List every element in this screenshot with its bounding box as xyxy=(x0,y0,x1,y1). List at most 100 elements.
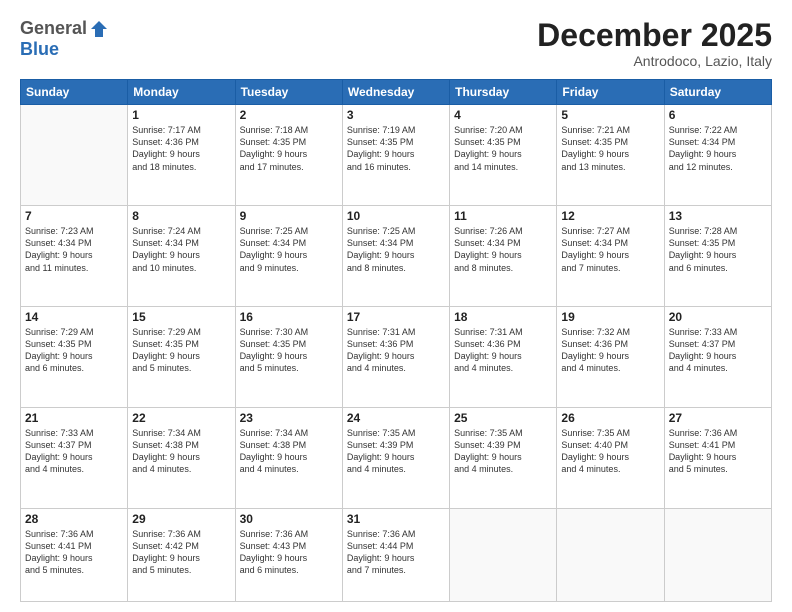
day-info: Sunrise: 7:34 AM Sunset: 4:38 PM Dayligh… xyxy=(240,427,338,476)
calendar-week-row-5: 28Sunrise: 7:36 AM Sunset: 4:41 PM Dayli… xyxy=(21,508,772,601)
page: General Blue December 2025 Antrodoco, La… xyxy=(0,0,792,612)
calendar-cell xyxy=(450,508,557,601)
day-number: 3 xyxy=(347,108,445,122)
calendar-cell: 14 Sunrise: 7:29 AM Sunset: 4:35 PM Dayli… xyxy=(21,307,128,408)
day-number: 6 xyxy=(669,108,767,122)
day-info: Sunrise: 7:30 AM Sunset: 4:35 PM Dayligh… xyxy=(240,326,338,375)
day-info: Sunrise: 7:27 AM Sunset: 4:34 PM Dayligh… xyxy=(561,225,659,274)
logo-icon xyxy=(89,19,109,39)
day-number: 9 xyxy=(240,209,338,223)
day-info: Sunrise: 7:34 AM Sunset: 4:38 PM Dayligh… xyxy=(132,427,230,476)
calendar-cell: 12 Sunrise: 7:27 AM Sunset: 4:34 PM Dayli… xyxy=(557,206,664,307)
calendar-header-thursday: Thursday xyxy=(450,80,557,105)
calendar-cell: 19 Sunrise: 7:32 AM Sunset: 4:36 PM Dayli… xyxy=(557,307,664,408)
day-info: Sunrise: 7:25 AM Sunset: 4:34 PM Dayligh… xyxy=(347,225,445,274)
day-info: Sunrise: 7:29 AM Sunset: 4:35 PM Dayligh… xyxy=(25,326,123,375)
day-info: Sunrise: 7:35 AM Sunset: 4:39 PM Dayligh… xyxy=(347,427,445,476)
calendar-header-sunday: Sunday xyxy=(21,80,128,105)
day-info: Sunrise: 7:18 AM Sunset: 4:35 PM Dayligh… xyxy=(240,124,338,173)
day-number: 21 xyxy=(25,411,123,425)
logo-blue-text: Blue xyxy=(20,39,59,59)
calendar-header-saturday: Saturday xyxy=(664,80,771,105)
calendar-cell: 13 Sunrise: 7:28 AM Sunset: 4:35 PM Dayli… xyxy=(664,206,771,307)
day-info: Sunrise: 7:17 AM Sunset: 4:36 PM Dayligh… xyxy=(132,124,230,173)
calendar-cell: 26 Sunrise: 7:35 AM Sunset: 4:40 PM Dayli… xyxy=(557,407,664,508)
calendar-cell: 25 Sunrise: 7:35 AM Sunset: 4:39 PM Dayli… xyxy=(450,407,557,508)
header: General Blue December 2025 Antrodoco, La… xyxy=(20,18,772,69)
day-info: Sunrise: 7:20 AM Sunset: 4:35 PM Dayligh… xyxy=(454,124,552,173)
title-block: December 2025 Antrodoco, Lazio, Italy xyxy=(537,18,772,69)
day-info: Sunrise: 7:23 AM Sunset: 4:34 PM Dayligh… xyxy=(25,225,123,274)
day-info: Sunrise: 7:35 AM Sunset: 4:40 PM Dayligh… xyxy=(561,427,659,476)
calendar-cell: 22 Sunrise: 7:34 AM Sunset: 4:38 PM Dayli… xyxy=(128,407,235,508)
day-number: 30 xyxy=(240,512,338,526)
calendar-cell: 8 Sunrise: 7:24 AM Sunset: 4:34 PM Daylig… xyxy=(128,206,235,307)
calendar-cell: 16 Sunrise: 7:30 AM Sunset: 4:35 PM Dayli… xyxy=(235,307,342,408)
day-info: Sunrise: 7:36 AM Sunset: 4:44 PM Dayligh… xyxy=(347,528,445,577)
calendar-header-friday: Friday xyxy=(557,80,664,105)
calendar-cell xyxy=(21,105,128,206)
calendar-cell: 30Sunrise: 7:36 AM Sunset: 4:43 PM Dayli… xyxy=(235,508,342,601)
day-number: 14 xyxy=(25,310,123,324)
day-number: 5 xyxy=(561,108,659,122)
day-info: Sunrise: 7:28 AM Sunset: 4:35 PM Dayligh… xyxy=(669,225,767,274)
calendar-cell: 18 Sunrise: 7:31 AM Sunset: 4:36 PM Dayli… xyxy=(450,307,557,408)
calendar-cell: 21Sunrise: 7:33 AM Sunset: 4:37 PM Dayli… xyxy=(21,407,128,508)
day-number: 11 xyxy=(454,209,552,223)
calendar-cell: 11Sunrise: 7:26 AM Sunset: 4:34 PM Dayli… xyxy=(450,206,557,307)
day-number: 18 xyxy=(454,310,552,324)
day-number: 13 xyxy=(669,209,767,223)
calendar-cell xyxy=(557,508,664,601)
day-info: Sunrise: 7:35 AM Sunset: 4:39 PM Dayligh… xyxy=(454,427,552,476)
day-info: Sunrise: 7:19 AM Sunset: 4:35 PM Dayligh… xyxy=(347,124,445,173)
calendar-cell: 24 Sunrise: 7:35 AM Sunset: 4:39 PM Dayli… xyxy=(342,407,449,508)
calendar-cell: 29Sunrise: 7:36 AM Sunset: 4:42 PM Dayli… xyxy=(128,508,235,601)
day-number: 22 xyxy=(132,411,230,425)
calendar-cell: 23Sunrise: 7:34 AM Sunset: 4:38 PM Dayli… xyxy=(235,407,342,508)
calendar-cell: 31Sunrise: 7:36 AM Sunset: 4:44 PM Dayli… xyxy=(342,508,449,601)
calendar-week-row-1: 1 Sunrise: 7:17 AM Sunset: 4:36 PM Daylig… xyxy=(21,105,772,206)
day-number: 26 xyxy=(561,411,659,425)
day-info: Sunrise: 7:24 AM Sunset: 4:34 PM Dayligh… xyxy=(132,225,230,274)
day-number: 25 xyxy=(454,411,552,425)
day-info: Sunrise: 7:36 AM Sunset: 4:41 PM Dayligh… xyxy=(669,427,767,476)
calendar-header-monday: Monday xyxy=(128,80,235,105)
day-info: Sunrise: 7:29 AM Sunset: 4:35 PM Dayligh… xyxy=(132,326,230,375)
calendar-week-row-2: 7 Sunrise: 7:23 AM Sunset: 4:34 PM Daylig… xyxy=(21,206,772,307)
day-number: 24 xyxy=(347,411,445,425)
calendar-cell: 20Sunrise: 7:33 AM Sunset: 4:37 PM Dayli… xyxy=(664,307,771,408)
day-number: 17 xyxy=(347,310,445,324)
calendar-cell: 5Sunrise: 7:21 AM Sunset: 4:35 PM Daylig… xyxy=(557,105,664,206)
calendar-cell: 10Sunrise: 7:25 AM Sunset: 4:34 PM Dayli… xyxy=(342,206,449,307)
day-number: 27 xyxy=(669,411,767,425)
calendar-cell xyxy=(664,508,771,601)
calendar-cell: 9Sunrise: 7:25 AM Sunset: 4:34 PM Daylig… xyxy=(235,206,342,307)
calendar-table: SundayMondayTuesdayWednesdayThursdayFrid… xyxy=(20,79,772,602)
calendar-cell: 6Sunrise: 7:22 AM Sunset: 4:34 PM Daylig… xyxy=(664,105,771,206)
calendar-cell: 17 Sunrise: 7:31 AM Sunset: 4:36 PM Dayli… xyxy=(342,307,449,408)
day-info: Sunrise: 7:31 AM Sunset: 4:36 PM Dayligh… xyxy=(454,326,552,375)
day-number: 12 xyxy=(561,209,659,223)
day-number: 1 xyxy=(132,108,230,122)
calendar-cell: 15Sunrise: 7:29 AM Sunset: 4:35 PM Dayli… xyxy=(128,307,235,408)
location: Antrodoco, Lazio, Italy xyxy=(537,53,772,69)
day-info: Sunrise: 7:32 AM Sunset: 4:36 PM Dayligh… xyxy=(561,326,659,375)
day-number: 2 xyxy=(240,108,338,122)
day-number: 28 xyxy=(25,512,123,526)
day-number: 19 xyxy=(561,310,659,324)
day-number: 16 xyxy=(240,310,338,324)
calendar-header-wednesday: Wednesday xyxy=(342,80,449,105)
day-number: 20 xyxy=(669,310,767,324)
calendar-week-row-3: 14 Sunrise: 7:29 AM Sunset: 4:35 PM Dayli… xyxy=(21,307,772,408)
day-info: Sunrise: 7:31 AM Sunset: 4:36 PM Dayligh… xyxy=(347,326,445,375)
day-number: 8 xyxy=(132,209,230,223)
calendar-cell: 28Sunrise: 7:36 AM Sunset: 4:41 PM Dayli… xyxy=(21,508,128,601)
calendar-cell: 1 Sunrise: 7:17 AM Sunset: 4:36 PM Daylig… xyxy=(128,105,235,206)
day-number: 7 xyxy=(25,209,123,223)
calendar-cell: 3 Sunrise: 7:19 AM Sunset: 4:35 PM Daylig… xyxy=(342,105,449,206)
day-info: Sunrise: 7:36 AM Sunset: 4:42 PM Dayligh… xyxy=(132,528,230,577)
logo: General Blue xyxy=(20,18,109,60)
calendar-cell: 27 Sunrise: 7:36 AM Sunset: 4:41 PM Dayli… xyxy=(664,407,771,508)
calendar-week-row-4: 21Sunrise: 7:33 AM Sunset: 4:37 PM Dayli… xyxy=(21,407,772,508)
calendar-cell: 2 Sunrise: 7:18 AM Sunset: 4:35 PM Daylig… xyxy=(235,105,342,206)
